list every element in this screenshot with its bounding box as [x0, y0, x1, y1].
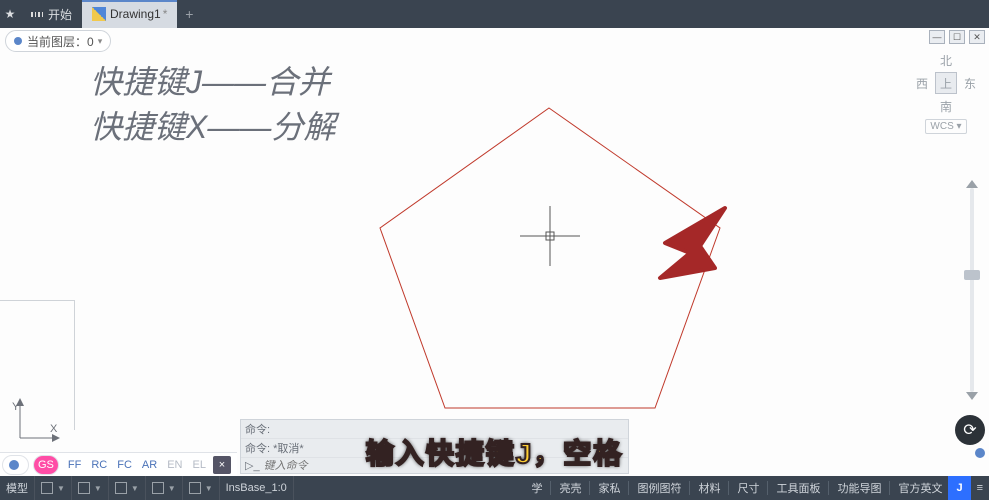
status-link-0[interactable]: 学 [525, 476, 548, 500]
layout-tab-row: GS FF RC FC AR EN EL × [0, 452, 237, 476]
layout-tab-ar[interactable]: AR [137, 459, 162, 471]
status-polar-button[interactable]: ▼ [146, 476, 183, 500]
current-layer-chip[interactable]: 当前图层：0 ▾ [5, 30, 111, 52]
layout-tab-el[interactable]: EL [187, 459, 210, 471]
close-button[interactable]: ✕ [969, 30, 985, 44]
tab-add-button[interactable]: + [177, 6, 201, 22]
view-west[interactable]: 西 [911, 72, 933, 94]
navigation-bar: ⟳ [959, 180, 985, 400]
status-snap-button[interactable]: ▼ [72, 476, 109, 500]
layout-tab-model[interactable] [2, 455, 29, 475]
status-link-4[interactable]: 材料 [692, 476, 726, 500]
tab-dirty-indicator: * [163, 7, 168, 21]
status-link-2[interactable]: 家私 [592, 476, 626, 500]
annotation-arrow-icon [660, 208, 725, 278]
model-dot-icon [9, 460, 19, 470]
windows-icon [30, 11, 44, 18]
view-east[interactable]: 东 [959, 72, 981, 94]
tab-drawing1-label: Drawing1 [110, 7, 161, 21]
svg-text:Y: Y [12, 401, 20, 413]
drawing-canvas[interactable] [0, 28, 989, 476]
ortho-icon [115, 482, 127, 494]
layer-color-dot-icon [14, 37, 22, 45]
zoom-in-icon[interactable] [966, 180, 978, 188]
status-coord-hint: InsBase_1:0 [220, 476, 294, 500]
status-menu-button[interactable]: ≡ [971, 476, 989, 500]
command-prompt-icon: ▷_ [245, 459, 260, 472]
sync-icon: ⟳ [963, 420, 976, 440]
status-shortcut-badge[interactable]: J [948, 476, 970, 500]
status-link-5[interactable]: 尺寸 [731, 476, 765, 500]
title-bar: ★ 开始 Drawing1 * + [0, 0, 989, 28]
zoom-slider[interactable] [970, 188, 974, 392]
status-osnap-button[interactable]: ▼ [183, 476, 220, 500]
tab-home[interactable]: 开始 [20, 0, 82, 28]
zoom-thumb[interactable] [964, 270, 980, 280]
command-history-2: 命令: *取消* [241, 439, 628, 458]
drawing-file-icon [92, 7, 106, 21]
crosshair-cursor-icon [520, 206, 580, 266]
tab-home-label: 开始 [48, 6, 72, 23]
status-model-button[interactable]: 模型 [0, 476, 35, 500]
view-north[interactable]: 北 [935, 49, 957, 71]
layout-tab-ff[interactable]: FF [63, 459, 86, 471]
favorite-icon[interactable]: ★ [0, 0, 20, 28]
nav-handle-icon[interactable] [975, 448, 985, 458]
command-history-1: 命令: [241, 420, 628, 439]
layout-tabs-close-button[interactable]: × [213, 456, 231, 474]
command-line: 命令: 命令: *取消* ▷_ [240, 419, 629, 474]
status-link-7[interactable]: 功能导图 [831, 476, 887, 500]
zoom-out-icon[interactable] [966, 392, 978, 400]
maximize-button[interactable]: ☐ [949, 30, 965, 44]
layout-tab-gs[interactable]: GS [33, 455, 59, 475]
layout-tab-rc[interactable]: RC [86, 459, 112, 471]
snap-icon [78, 482, 90, 494]
orbit-icon[interactable]: ⟳ [955, 415, 985, 445]
minimize-button[interactable]: — [929, 30, 945, 44]
status-link-3[interactable]: 图例图符 [631, 476, 687, 500]
status-link-8[interactable]: 官方英文 [892, 476, 948, 500]
view-top[interactable]: 上 [935, 72, 957, 94]
layout-tab-fc[interactable]: FC [112, 459, 137, 471]
status-grid-button[interactable]: ▼ [35, 476, 72, 500]
status-link-1[interactable]: 亮壳 [553, 476, 587, 500]
command-input[interactable] [264, 460, 624, 472]
ucs-icon[interactable]: Y X [12, 398, 60, 450]
view-cube: 北 西 上 东 南 WCS ▾ [911, 48, 981, 132]
svg-text:X: X [50, 423, 58, 435]
grid-icon [41, 482, 53, 494]
chevron-down-icon: ▾ [98, 36, 103, 47]
view-south[interactable]: 南 [935, 95, 957, 117]
child-window-controls: — ☐ ✕ [929, 30, 985, 44]
wcs-dropdown[interactable]: WCS ▾ [925, 119, 966, 134]
osnap-icon [189, 482, 201, 494]
status-bar: 模型 ▼ ▼ ▼ ▼ ▼ InsBase_1:0 学 亮壳 家私 图例图符 材料… [0, 476, 989, 500]
polar-icon [152, 482, 164, 494]
status-link-6[interactable]: 工具面板 [770, 476, 826, 500]
current-layer-label: 当前图层：0 [27, 33, 94, 50]
status-ortho-button[interactable]: ▼ [109, 476, 146, 500]
tab-drawing1[interactable]: Drawing1 * [82, 0, 177, 28]
layout-tab-en[interactable]: EN [162, 459, 187, 471]
